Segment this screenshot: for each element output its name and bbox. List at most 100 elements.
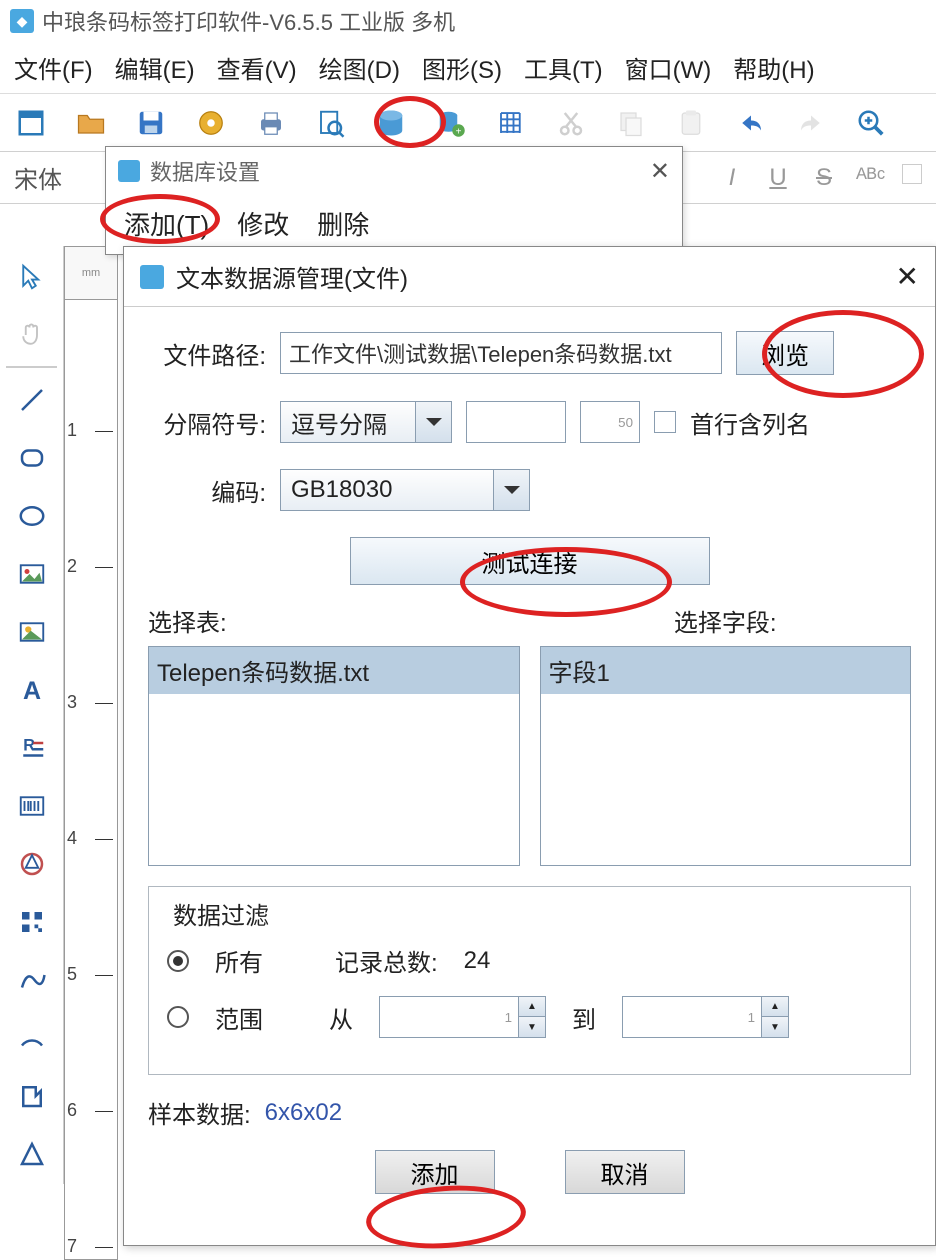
- database-icon[interactable]: [374, 106, 408, 140]
- field-listbox[interactable]: 字段1: [540, 646, 912, 866]
- dialog-logo-icon: [118, 160, 140, 182]
- table-listbox[interactable]: Telepen条码数据.txt: [148, 646, 520, 866]
- list-item[interactable]: 字段1: [541, 647, 911, 694]
- dialog-title: 数据库设置: [150, 155, 260, 187]
- range-from-input[interactable]: [379, 996, 519, 1038]
- zoom-in-icon[interactable]: [854, 106, 888, 140]
- svg-text:+: +: [456, 126, 462, 137]
- arc-tool-icon[interactable]: [4, 1010, 60, 1065]
- menu-edit[interactable]: 编辑(E): [115, 50, 195, 85]
- list-item[interactable]: Telepen条码数据.txt: [149, 647, 519, 694]
- menubar: 文件(F) 编辑(E) 查看(V) 绘图(D) 图形(S) 工具(T) 窗口(W…: [0, 42, 936, 94]
- grid-icon[interactable]: [494, 106, 528, 140]
- filter-legend: 数据过滤: [167, 896, 275, 931]
- ellipse-tool-icon[interactable]: [4, 488, 60, 543]
- text-case-button[interactable]: ᴬᴮᶜ: [856, 164, 884, 192]
- db-modify-menu[interactable]: 修改: [237, 205, 289, 242]
- file-path-label: 文件路径:: [148, 336, 266, 371]
- chevron-down-icon[interactable]: ▼: [519, 1017, 545, 1037]
- filter-fieldset: 数据过滤 所有 记录总数: 24 范围 从 ▲▼ 到: [148, 886, 911, 1075]
- range-to-spinner[interactable]: ▲▼: [622, 996, 789, 1038]
- chevron-up-icon[interactable]: ▲: [762, 997, 788, 1017]
- chevron-down-icon: [493, 470, 529, 510]
- close-icon[interactable]: ✕: [896, 260, 919, 293]
- ok-button[interactable]: 添加: [375, 1150, 495, 1194]
- paste-icon[interactable]: [674, 106, 708, 140]
- limit-input[interactable]: [580, 401, 640, 443]
- ruler-tick: 2: [61, 556, 113, 577]
- redo-icon[interactable]: [794, 106, 828, 140]
- line-tool-icon[interactable]: [4, 372, 60, 427]
- polygon-tool-icon[interactable]: [4, 836, 60, 891]
- ruler-tick: 5: [61, 964, 113, 985]
- richtext-tool-icon[interactable]: R: [4, 720, 60, 775]
- db-delete-menu[interactable]: 删除: [317, 205, 369, 242]
- menu-file[interactable]: 文件(F): [14, 50, 93, 85]
- ruler-tick: 4: [61, 828, 113, 849]
- test-connection-button[interactable]: 测试连接: [350, 537, 710, 585]
- browse-button[interactable]: 浏览: [736, 331, 834, 375]
- preview-icon[interactable]: [314, 106, 348, 140]
- font-family-select[interactable]: 宋体: [14, 160, 104, 195]
- record-count-label: 记录总数:: [335, 943, 438, 978]
- curve-tool-icon[interactable]: [4, 952, 60, 1007]
- cancel-button[interactable]: 取消: [565, 1150, 685, 1194]
- radio-all[interactable]: [167, 950, 189, 972]
- encoding-select[interactable]: GB18030: [280, 469, 530, 511]
- underline-button[interactable]: U: [764, 164, 792, 192]
- radio-range[interactable]: [167, 1006, 189, 1028]
- database-link-icon[interactable]: +: [434, 106, 468, 140]
- more-text-button[interactable]: [902, 164, 922, 184]
- menu-draw[interactable]: 绘图(D): [319, 50, 400, 85]
- pointer-tool-icon[interactable]: [4, 249, 60, 304]
- italic-button[interactable]: I: [718, 164, 746, 192]
- ruler-tick: 3: [61, 692, 113, 713]
- first-row-header-checkbox[interactable]: [654, 411, 676, 433]
- radio-all-label: 所有: [215, 943, 263, 978]
- menu-shape[interactable]: 图形(S): [422, 50, 502, 85]
- chevron-up-icon[interactable]: ▲: [519, 997, 545, 1017]
- barcode-tool-icon[interactable]: [4, 778, 60, 833]
- range-from-spinner[interactable]: ▲▼: [379, 996, 546, 1038]
- db-add-menu[interactable]: 添加(T): [124, 205, 209, 242]
- copy-icon[interactable]: [614, 106, 648, 140]
- titlebar: ◆ 中琅条码标签打印软件-V6.5.5 工业版 多机: [0, 0, 936, 42]
- dialog-title: 文本数据源管理(文件): [176, 259, 408, 294]
- rounded-rect-tool-icon[interactable]: [4, 430, 60, 485]
- menu-window[interactable]: 窗口(W): [625, 50, 712, 85]
- hand-tool-icon[interactable]: [4, 307, 60, 362]
- cut-icon[interactable]: [554, 106, 588, 140]
- file-path-input[interactable]: [280, 332, 722, 374]
- record-count-value: 24: [464, 947, 491, 975]
- settings-icon[interactable]: [194, 106, 228, 140]
- print-icon[interactable]: [254, 106, 288, 140]
- main-toolbar: +: [0, 94, 936, 152]
- save-file-icon[interactable]: [134, 106, 168, 140]
- strike-button[interactable]: S: [810, 164, 838, 192]
- open-file-icon[interactable]: [74, 106, 108, 140]
- undo-icon[interactable]: [734, 106, 768, 140]
- ruler-tick: 1: [61, 420, 113, 441]
- menu-help[interactable]: 帮助(H): [733, 50, 814, 85]
- chevron-down-icon[interactable]: ▼: [762, 1017, 788, 1037]
- picture-tool-icon[interactable]: [4, 604, 60, 659]
- dialog-logo-icon: [140, 265, 164, 289]
- close-icon[interactable]: ✕: [650, 157, 670, 186]
- left-toolbox: A R: [0, 246, 64, 1184]
- delimiter-custom-input[interactable]: [466, 401, 566, 443]
- sample-data-value: 6x6x02: [265, 1099, 342, 1127]
- image-tool-icon[interactable]: [4, 546, 60, 601]
- new-file-icon[interactable]: [14, 106, 48, 140]
- triangle-tool-icon[interactable]: [4, 1126, 60, 1181]
- svg-text:A: A: [22, 676, 40, 704]
- vertical-ruler: 1 2 3 4 5 6 7: [64, 300, 118, 1260]
- qrcode-tool-icon[interactable]: [4, 894, 60, 949]
- chevron-down-icon: [415, 402, 451, 442]
- shape-tool-icon[interactable]: [4, 1068, 60, 1123]
- delimiter-select[interactable]: 逗号分隔: [280, 401, 452, 443]
- menu-tool[interactable]: 工具(T): [524, 50, 603, 85]
- text-tool-icon[interactable]: A: [4, 662, 60, 717]
- sample-data-label: 样本数据:: [148, 1095, 251, 1130]
- menu-view[interactable]: 查看(V): [217, 50, 297, 85]
- range-to-input[interactable]: [622, 996, 762, 1038]
